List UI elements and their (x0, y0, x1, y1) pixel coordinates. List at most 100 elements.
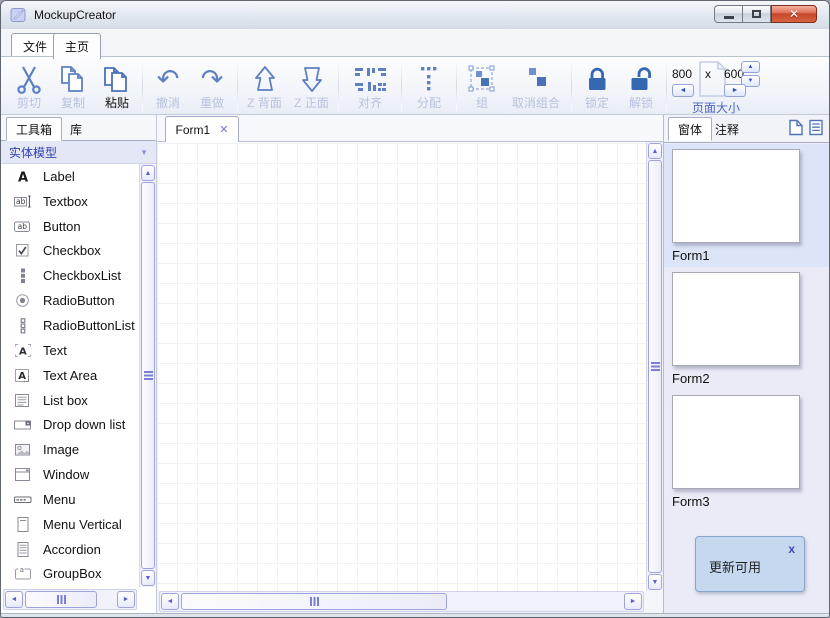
tab-file[interactable]: 文件 (11, 33, 59, 58)
toolbox-item-checkboxlist[interactable]: CheckboxList (1, 263, 139, 288)
toolbox-item-button[interactable]: ab Button (1, 214, 139, 239)
grouping-group: 组 取消组合 (460, 59, 568, 113)
cut-button[interactable]: 剪切 (7, 59, 51, 113)
svg-text:ab: ab (16, 197, 26, 206)
scroll-left-button[interactable]: ◄ (161, 593, 179, 610)
canvas-vertical-scrollbar[interactable]: ▲ ▼ (646, 142, 663, 591)
scroll-down-icon: ▼ (652, 579, 659, 586)
form1-thumbnail[interactable] (672, 149, 800, 243)
new-form-button[interactable] (789, 119, 803, 136)
form1-label: Form1 (672, 243, 821, 265)
toolbox-item-window[interactable]: Window (1, 462, 139, 487)
form1-document-tab[interactable]: Form1 ✕ (165, 116, 239, 142)
scrollbar-thumb[interactable] (25, 591, 97, 608)
thumb-grip-icon (144, 371, 153, 380)
undo-label: 撤消 (156, 95, 180, 111)
notification-close-icon[interactable]: x (788, 542, 795, 556)
form2-thumbnail[interactable] (672, 272, 800, 366)
scroll-down-button[interactable]: ▼ (648, 574, 662, 590)
scrollbar-thumb[interactable] (141, 182, 155, 569)
tab-forms[interactable]: 窗体 (668, 117, 712, 141)
align-button[interactable]: 对齐 (342, 59, 398, 113)
toolbox-vertical-scrollbar[interactable]: ▲ ▼ (139, 164, 156, 587)
close-button[interactable]: ✕ (771, 5, 817, 23)
toolbox-item-textarea[interactable]: A Text Area (1, 363, 139, 388)
tab-toolbox-label: 工具箱 (16, 121, 52, 138)
maximize-button[interactable] (743, 5, 771, 23)
spin-right-button[interactable]: ► (724, 84, 746, 97)
lock-button[interactable]: 锁定 (575, 59, 619, 113)
scroll-down-button[interactable]: ▼ (141, 570, 155, 586)
canvas-horizontal-scrollbar[interactable]: ◄ ► (159, 591, 644, 612)
form-list-button[interactable] (809, 119, 823, 136)
group-divider (666, 61, 667, 111)
toolbox-item-checkbox[interactable]: Checkbox (1, 239, 139, 264)
copy-label: 复制 (61, 95, 85, 111)
tab-library[interactable]: 库 (61, 117, 91, 141)
page-width-value[interactable]: 800 (672, 67, 692, 81)
toolbox-item-text: Menu (43, 492, 76, 507)
group-button[interactable]: 组 (460, 59, 504, 113)
ungroup-label: 取消组合 (512, 95, 560, 111)
form3-label: Form3 (672, 489, 821, 511)
scroll-right-button[interactable]: ► (624, 593, 642, 610)
tab-close-icon[interactable]: ✕ (219, 123, 228, 136)
textarea-icon: A (12, 367, 34, 384)
scroll-right-button[interactable]: ► (117, 591, 135, 608)
design-canvas[interactable] (157, 142, 646, 591)
copy-button[interactable]: 复制 (51, 59, 95, 113)
toolbox-item-groupbox[interactable]: a GroupBox (1, 562, 139, 587)
toolbox-horizontal-scrollbar[interactable]: ◄ ► (3, 589, 137, 610)
toolbox-item-radiobuttonlist[interactable]: RadioButtonList (1, 313, 139, 338)
toolbox-item-text: Label (43, 169, 75, 184)
toolbox-item-image[interactable]: Image (1, 437, 139, 462)
cut-label: 剪切 (17, 95, 41, 111)
undo-button[interactable]: ↶ 撤消 (146, 59, 190, 113)
form2-label: Form2 (672, 366, 821, 388)
form2-list-item[interactable]: Form2 (664, 267, 829, 390)
form-thumbnail-list: Form1 Form2 Form3 (664, 144, 829, 513)
forms-panel-actions (789, 119, 823, 136)
spin-up-button[interactable]: ▲ (741, 61, 760, 73)
form1-list-item[interactable]: Form1 (664, 144, 829, 267)
distribute-label: 分配 (417, 95, 441, 111)
toolbox-item-text[interactable]: A Text (1, 338, 139, 363)
toolbox-item-listbox[interactable]: List box (1, 388, 139, 413)
scroll-left-button[interactable]: ◄ (5, 591, 23, 608)
scrollbar-thumb[interactable] (648, 160, 662, 573)
bring-to-front-button[interactable]: Z 正面 (288, 59, 335, 113)
page-size-values: 800 x 600 (672, 67, 744, 81)
form3-thumbnail[interactable] (672, 395, 800, 489)
tab-toolbox[interactable]: 工具箱 (6, 117, 62, 141)
tab-home[interactable]: 主页 (53, 33, 101, 59)
app-icon (10, 7, 27, 23)
toolbox-item-radiobutton[interactable]: RadioButton (1, 288, 139, 313)
toolbox-item-textbox[interactable]: ab Textbox (1, 189, 139, 214)
category-dropdown[interactable]: 实体模型 ▼ (1, 141, 156, 164)
update-notification[interactable]: 更新可用 x (695, 536, 805, 592)
form3-list-item[interactable]: Form3 (664, 390, 829, 513)
minimize-button[interactable] (714, 5, 743, 23)
distribute-icon (414, 62, 444, 95)
toolbox-item-text: Button (43, 219, 81, 234)
paste-button[interactable]: 粘贴 (95, 59, 139, 113)
unlock-button[interactable]: 解锁 (619, 59, 663, 113)
scrollbar-thumb[interactable] (181, 593, 447, 610)
send-to-back-button[interactable]: Z 背面 (241, 59, 288, 113)
thumb-grip-icon (310, 597, 319, 606)
toolbox-item-text: Textbox (43, 194, 88, 209)
scroll-up-button[interactable]: ▲ (648, 143, 662, 159)
spin-left-button[interactable]: ◄ (672, 84, 694, 97)
group-divider (237, 61, 238, 111)
toolbox-item-menuvertical[interactable]: Menu Vertical (1, 512, 139, 537)
toolbox-item-label[interactable]: A Label (1, 164, 139, 189)
toolbox-item-menu[interactable]: Menu (1, 487, 139, 512)
scroll-up-button[interactable]: ▲ (141, 165, 155, 181)
toolbox-item-accordion[interactable]: Accordion (1, 537, 139, 562)
radiobuttonlist-icon (12, 317, 34, 334)
distribute-button[interactable]: 分配 (405, 59, 453, 113)
toolbox-item-dropdownlist[interactable]: Drop down list (1, 412, 139, 437)
redo-button[interactable]: ↷ 重做 (190, 59, 234, 113)
tab-notes[interactable]: 注释 (706, 117, 748, 141)
ungroup-button[interactable]: 取消组合 (504, 59, 568, 113)
